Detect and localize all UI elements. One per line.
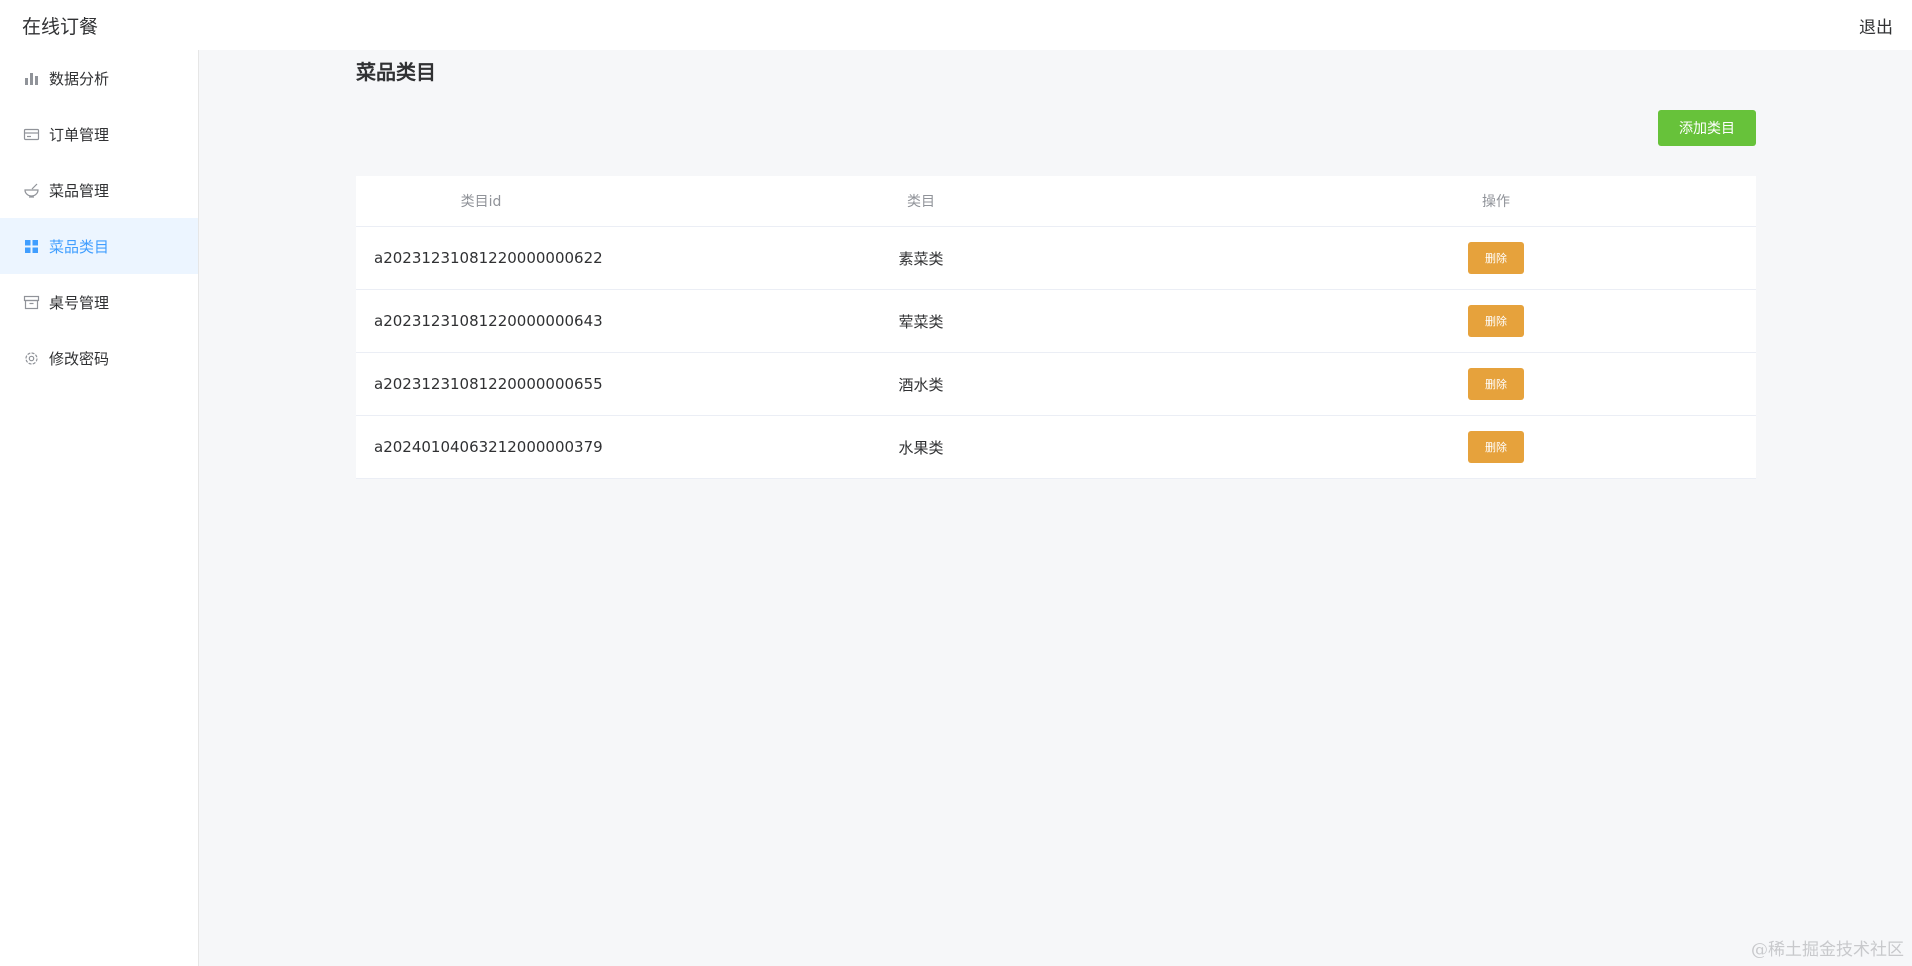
delete-button[interactable]: 删除 [1468,242,1524,274]
gear-icon [23,350,40,367]
header-category-id: 类目id [460,194,502,210]
app-title: 在线订餐 [22,16,99,38]
sidebar-item-orders[interactable]: 订单管理 [0,106,198,162]
delete-button[interactable]: 删除 [1468,368,1524,400]
delete-button[interactable]: 删除 [1468,305,1524,337]
page-title: 菜品类目 [356,60,436,84]
main-content: 菜品类目 添加类目 类目id 类目 操作 a202312310812200000… [199,50,1912,966]
bowl-icon [23,182,40,199]
logout-button[interactable]: 退出 [1859,13,1893,38]
category-id-cell: a20240104063212000000379 [374,438,603,456]
category-id-cell: a20231231081220000000622 [374,249,603,267]
sidebar-item-label: 桌号管理 [49,293,110,312]
delete-button[interactable]: 删除 [1468,431,1524,463]
sidebar-item-label: 修改密码 [49,349,110,368]
sidebar-item-label: 菜品管理 [49,181,110,200]
table-row: a20231231081220000000622 素菜类 删除 [356,227,1756,290]
category-table: 类目id 类目 操作 a20231231081220000000622 素菜类 … [356,176,1756,479]
sidebar-item-label: 订单管理 [49,125,110,144]
category-name-cell: 水果类 [898,438,944,457]
sidebar-item-data-analysis[interactable]: 数据分析 [0,50,198,106]
sidebar-item-dish-categories[interactable]: 菜品类目 [0,218,198,274]
category-name-cell: 素菜类 [898,249,944,268]
grid-icon [23,238,40,255]
operation-cell: 删除 [1236,368,1756,400]
sidebar-item-label: 菜品类目 [49,237,110,256]
add-category-button[interactable]: 添加类目 [1658,110,1756,146]
sidebar-item-label: 数据分析 [49,69,110,88]
table-row: a20231231081220000000643 荤菜类 删除 [356,290,1756,353]
operation-cell: 删除 [1236,305,1756,337]
table-header: 类目id 类目 操作 [356,176,1756,227]
sidebar-item-change-password[interactable]: 修改密码 [0,330,198,386]
sidebar-item-tables[interactable]: 桌号管理 [0,274,198,330]
box-icon [23,294,40,311]
category-id-cell: a20231231081220000000643 [374,312,603,330]
table-row: a20231231081220000000655 酒水类 删除 [356,353,1756,416]
watermark: @稀土掘金技术社区 [1751,940,1904,960]
header-operation: 操作 [1482,194,1510,210]
top-bar: 在线订餐 退出 [0,0,1912,50]
operation-cell: 删除 [1236,431,1756,463]
sidebar-item-dishes[interactable]: 菜品管理 [0,162,198,218]
category-id-cell: a20231231081220000000655 [374,375,603,393]
bar-chart-icon [23,70,40,87]
sidebar: 数据分析 订单管理 菜品管理 菜品类目 桌号管理 修改密码 [0,50,199,966]
operation-cell: 删除 [1236,242,1756,274]
card-icon [23,126,40,143]
category-name-cell: 荤菜类 [898,312,944,331]
table-row: a20240104063212000000379 水果类 删除 [356,416,1756,479]
category-name-cell: 酒水类 [898,375,944,394]
header-category: 类目 [907,194,935,210]
